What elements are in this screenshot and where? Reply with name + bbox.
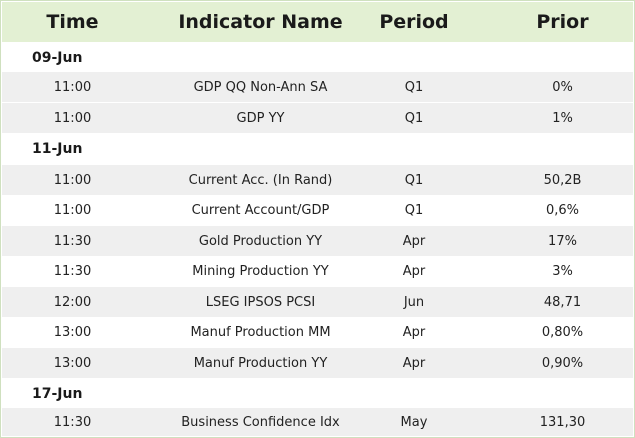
row-prior: 0% [552,79,573,95]
table-row: 11:30 Mining Production YY Apr 3% [2,256,633,286]
row-indicator-name: GDP QQ Non-Ann SA [193,79,328,95]
date-group-row: 17-Jun [2,379,633,408]
row-indicator-name: Gold Production YY [198,233,323,249]
row-time: 11:30 [53,233,92,249]
row-period: Q1 [404,110,424,126]
table-row: 11:30 Business Confidence Idx May 131,30 [2,408,633,436]
row-period: Apr [402,355,426,371]
row-time: 11:00 [53,110,92,126]
row-period: Apr [402,263,426,279]
row-period: Apr [402,233,426,249]
row-indicator-name: Manuf Production MM [190,324,331,340]
row-period: Apr [402,324,426,340]
table-row: 13:00 Manuf Production YY Apr 0,90% [2,348,633,378]
date-label: 17-Jun [32,385,83,402]
date-label: 11-Jun [32,140,83,157]
table-row: 11:00 Current Acc. (In Rand) Q1 50,2B [2,165,633,195]
header-indicator-name: Indicator Name [178,11,343,33]
row-indicator-name: Business Confidence Idx [181,414,340,430]
row-indicator-name: LSEG IPSOS PCSI [205,294,316,310]
row-prior: 131,30 [539,414,586,430]
header-period: Period [379,11,449,33]
row-time: 13:00 [53,355,92,371]
table-row: 12:00 LSEG IPSOS PCSI Jun 48,71 [2,287,633,317]
row-prior: 17% [548,233,577,249]
table-row: 11:00 GDP YY Q1 1% [2,103,633,133]
row-period: Jun [403,294,425,310]
row-prior: 0,90% [541,355,584,371]
row-prior: 1% [552,110,573,126]
header-time: Time [46,11,99,33]
row-indicator-name: Current Account/GDP [191,202,330,218]
row-period: May [400,414,428,430]
row-prior: 50,2B [543,172,582,188]
row-period: Q1 [404,172,424,188]
row-indicator-name: GDP YY [236,110,285,126]
table-row: 11:30 Gold Production YY Apr 17% [2,226,633,256]
row-indicator-name: Mining Production YY [192,263,329,279]
row-time: 11:30 [53,263,92,279]
row-time: 13:00 [53,324,92,340]
row-time: 12:00 [53,294,92,310]
row-prior: 48,71 [543,294,582,310]
date-label: 09-Jun [32,49,83,66]
table-row: 11:00 GDP QQ Non-Ann SA Q1 0% [2,72,633,102]
date-group-row: 11-Jun [2,134,633,163]
row-prior: 0,6% [545,202,580,218]
header-prior: Prior [536,11,589,33]
row-time: 11:00 [53,79,92,95]
row-prior: 3% [552,263,573,279]
row-time: 11:00 [53,172,92,188]
row-time: 11:00 [53,202,92,218]
row-indicator-name: Current Acc. (In Rand) [188,172,333,188]
date-group-row: 09-Jun [2,43,633,72]
row-time: 11:30 [53,414,92,430]
row-period: Q1 [404,202,424,218]
table-row: 11:00 Current Account/GDP Q1 0,6% [2,195,633,225]
economic-calendar-table: Time Indicator Name Period Prior 09-Jun … [0,0,635,438]
table-header: Time Indicator Name Period Prior [2,2,633,42]
row-prior: 0,80% [541,324,584,340]
table-row: 13:00 Manuf Production MM Apr 0,80% [2,317,633,347]
row-indicator-name: Manuf Production YY [193,355,328,371]
row-period: Q1 [404,79,424,95]
